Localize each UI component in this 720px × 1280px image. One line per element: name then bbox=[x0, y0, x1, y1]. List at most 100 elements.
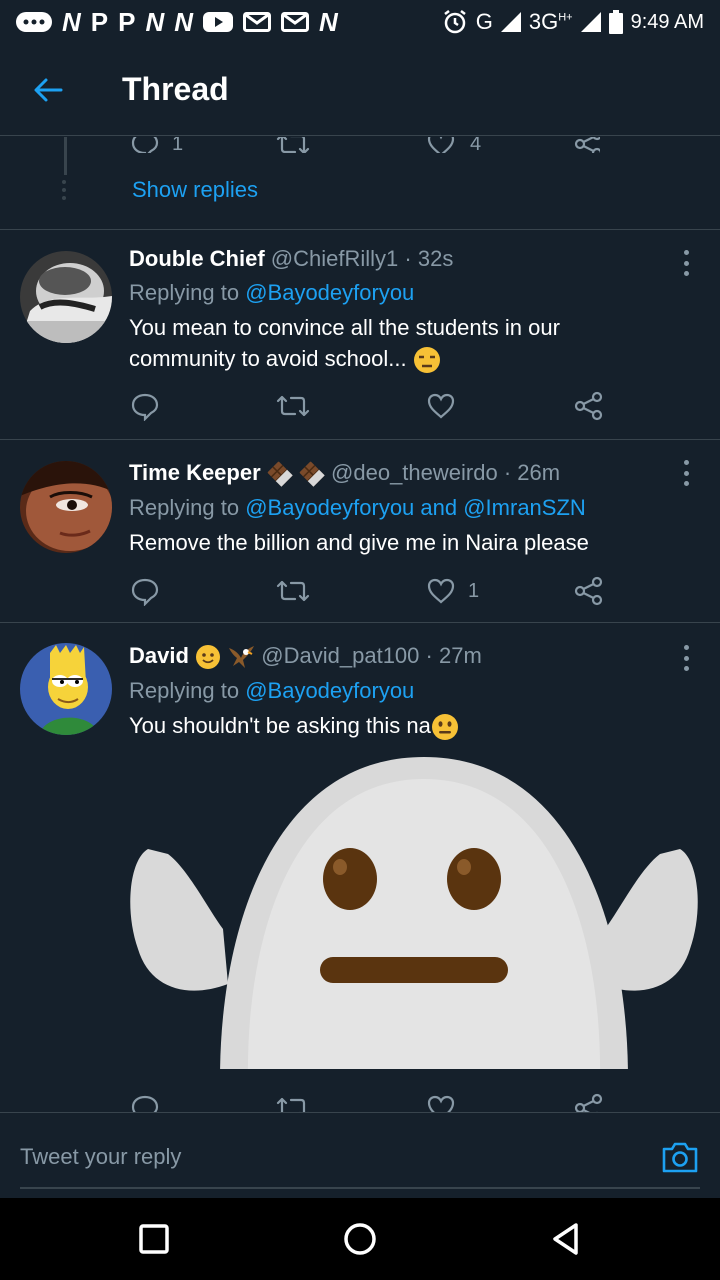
user-handle[interactable]: @deo_theweirdo bbox=[331, 460, 498, 485]
comment-icon bbox=[131, 137, 159, 153]
display-name[interactable]: Double Chief bbox=[129, 246, 265, 271]
thread-list: 1 4 Show replies Double Chief @ChiefRill… bbox=[0, 137, 720, 1112]
retweet-button[interactable] bbox=[276, 576, 310, 606]
tweet-time: · 27m bbox=[425, 643, 482, 668]
camera-icon bbox=[662, 1142, 698, 1173]
like-button[interactable] bbox=[426, 391, 456, 421]
reply-composer bbox=[0, 1112, 720, 1198]
page-title: Thread bbox=[122, 71, 229, 107]
tweet-text: You shouldn't be asking this na bbox=[129, 710, 672, 741]
share-icon bbox=[574, 137, 600, 153]
like-button[interactable]: 1 bbox=[426, 576, 479, 606]
tweet-header: David @David_pat100 · 27m bbox=[129, 643, 672, 670]
reply-count: 1 bbox=[172, 137, 184, 153]
reply-button[interactable] bbox=[130, 391, 160, 421]
tweet-actions bbox=[130, 391, 605, 421]
like-count: 1 bbox=[468, 579, 480, 602]
more-options-button[interactable] bbox=[682, 460, 690, 486]
user-handle[interactable]: @David_pat100 bbox=[261, 643, 419, 668]
retweet-button[interactable] bbox=[276, 137, 310, 153]
replying-prefix: Replying to bbox=[129, 678, 240, 704]
clock: 9:49 AM bbox=[630, 10, 704, 33]
more-options-button[interactable] bbox=[682, 645, 690, 671]
youtube-icon bbox=[203, 12, 234, 32]
replying-to: Replying to @Bayodeyforyou bbox=[129, 678, 672, 704]
share-button[interactable] bbox=[574, 1093, 604, 1112]
display-name[interactable]: David bbox=[129, 643, 189, 668]
tweet-text: Remove the billion and give me in Naira … bbox=[129, 530, 589, 556]
tweet-actions bbox=[130, 1093, 605, 1112]
notification-n-icon: N bbox=[174, 6, 194, 37]
tweet-actions: 1 bbox=[130, 576, 605, 606]
share-icon bbox=[574, 576, 603, 606]
like-button[interactable]: 4 bbox=[426, 137, 481, 153]
user-handle[interactable]: @ChiefRilly1 bbox=[271, 246, 398, 271]
retweet-icon bbox=[276, 1097, 309, 1112]
display-name[interactable]: Time Keeper bbox=[129, 460, 261, 485]
previous-tweet-actions: 1 4 bbox=[130, 137, 600, 153]
back-button[interactable] bbox=[0, 44, 96, 136]
share-icon bbox=[574, 391, 603, 421]
like-button[interactable] bbox=[426, 1093, 456, 1112]
replying-to: Replying to @Bayodeyforyou and @ImranSZN bbox=[129, 495, 672, 521]
system-status: G 3GH+ 9:49 AM bbox=[442, 9, 704, 35]
thread-connector-line bbox=[64, 137, 67, 175]
mention-link[interactable]: @Bayodeyforyou bbox=[245, 678, 414, 703]
tweet-time: · 26m bbox=[503, 460, 561, 485]
overflow-notification-icon bbox=[16, 12, 52, 32]
thread-dots bbox=[62, 180, 68, 200]
notification-n-icon: N bbox=[62, 6, 81, 37]
home-button[interactable] bbox=[340, 1219, 380, 1259]
chocolate-bar-emoji-icon bbox=[299, 461, 325, 487]
notification-p-icon: P bbox=[118, 6, 136, 37]
recents-button[interactable] bbox=[134, 1219, 174, 1259]
notification-icons: N P P N N N bbox=[16, 7, 338, 38]
network-3g-label: 3GH+ bbox=[528, 9, 573, 34]
tweet-header: Time Keeper @deo_theweirdo · 26m bbox=[129, 460, 672, 487]
status-bar: N P P N N N G 3GH+ 9:49 AM bbox=[0, 0, 720, 44]
like-count: 4 bbox=[470, 137, 482, 153]
tweet-media-image[interactable] bbox=[128, 749, 700, 1069]
share-button[interactable] bbox=[574, 576, 604, 606]
gmail-icon bbox=[243, 12, 272, 32]
top-app-bar: Thread bbox=[0, 44, 720, 136]
show-replies-link[interactable]: Show replies bbox=[132, 177, 258, 203]
circle-icon bbox=[344, 1223, 376, 1255]
slightly-smiling-face-emoji-icon bbox=[196, 645, 221, 670]
retweet-icon bbox=[276, 395, 310, 417]
camera-button[interactable] bbox=[660, 1137, 700, 1177]
avatar[interactable] bbox=[20, 251, 112, 343]
reply-button[interactable] bbox=[130, 1093, 160, 1112]
retweet-icon bbox=[276, 137, 310, 153]
share-button[interactable] bbox=[574, 137, 600, 153]
notification-p-icon: P bbox=[90, 6, 109, 37]
heart-icon bbox=[427, 1095, 455, 1112]
comment-icon bbox=[131, 393, 159, 421]
heart-icon bbox=[427, 578, 455, 604]
chocolate-bar-emoji-icon bbox=[267, 461, 293, 487]
arrow-left-icon bbox=[34, 78, 63, 101]
heart-icon bbox=[427, 137, 455, 153]
replying-prefix: Replying to bbox=[129, 280, 240, 305]
reply-input[interactable] bbox=[20, 1135, 580, 1179]
replying-prefix: Replying to bbox=[129, 495, 240, 521]
reply-button[interactable]: 1 bbox=[130, 137, 183, 153]
more-options-button[interactable] bbox=[682, 250, 690, 276]
share-button[interactable] bbox=[574, 391, 604, 421]
retweet-icon bbox=[276, 580, 310, 602]
replying-to: Replying to @Bayodeyforyou bbox=[129, 280, 672, 306]
neutral-face-emoji-icon bbox=[431, 714, 458, 741]
comment-icon bbox=[131, 1095, 159, 1112]
reply-button[interactable] bbox=[130, 576, 160, 606]
avatar[interactable] bbox=[20, 643, 112, 735]
avatar[interactable] bbox=[20, 461, 112, 553]
tweet-item[interactable]: Time Keeper @deo_theweirdo · 26m Replyin… bbox=[0, 439, 720, 622]
retweet-button[interactable] bbox=[276, 391, 310, 421]
back-nav-button[interactable] bbox=[546, 1219, 586, 1259]
mention-link[interactable]: @Bayodeyforyou and @ImranSZN bbox=[245, 495, 586, 520]
mention-link[interactable]: @Bayodeyforyou bbox=[245, 280, 414, 305]
retweet-button[interactable] bbox=[276, 1093, 310, 1112]
signal-icon bbox=[580, 12, 601, 32]
tweet-item[interactable]: Double Chief @ChiefRilly1 · 32s Replying… bbox=[0, 229, 720, 439]
share-icon bbox=[574, 1093, 603, 1112]
